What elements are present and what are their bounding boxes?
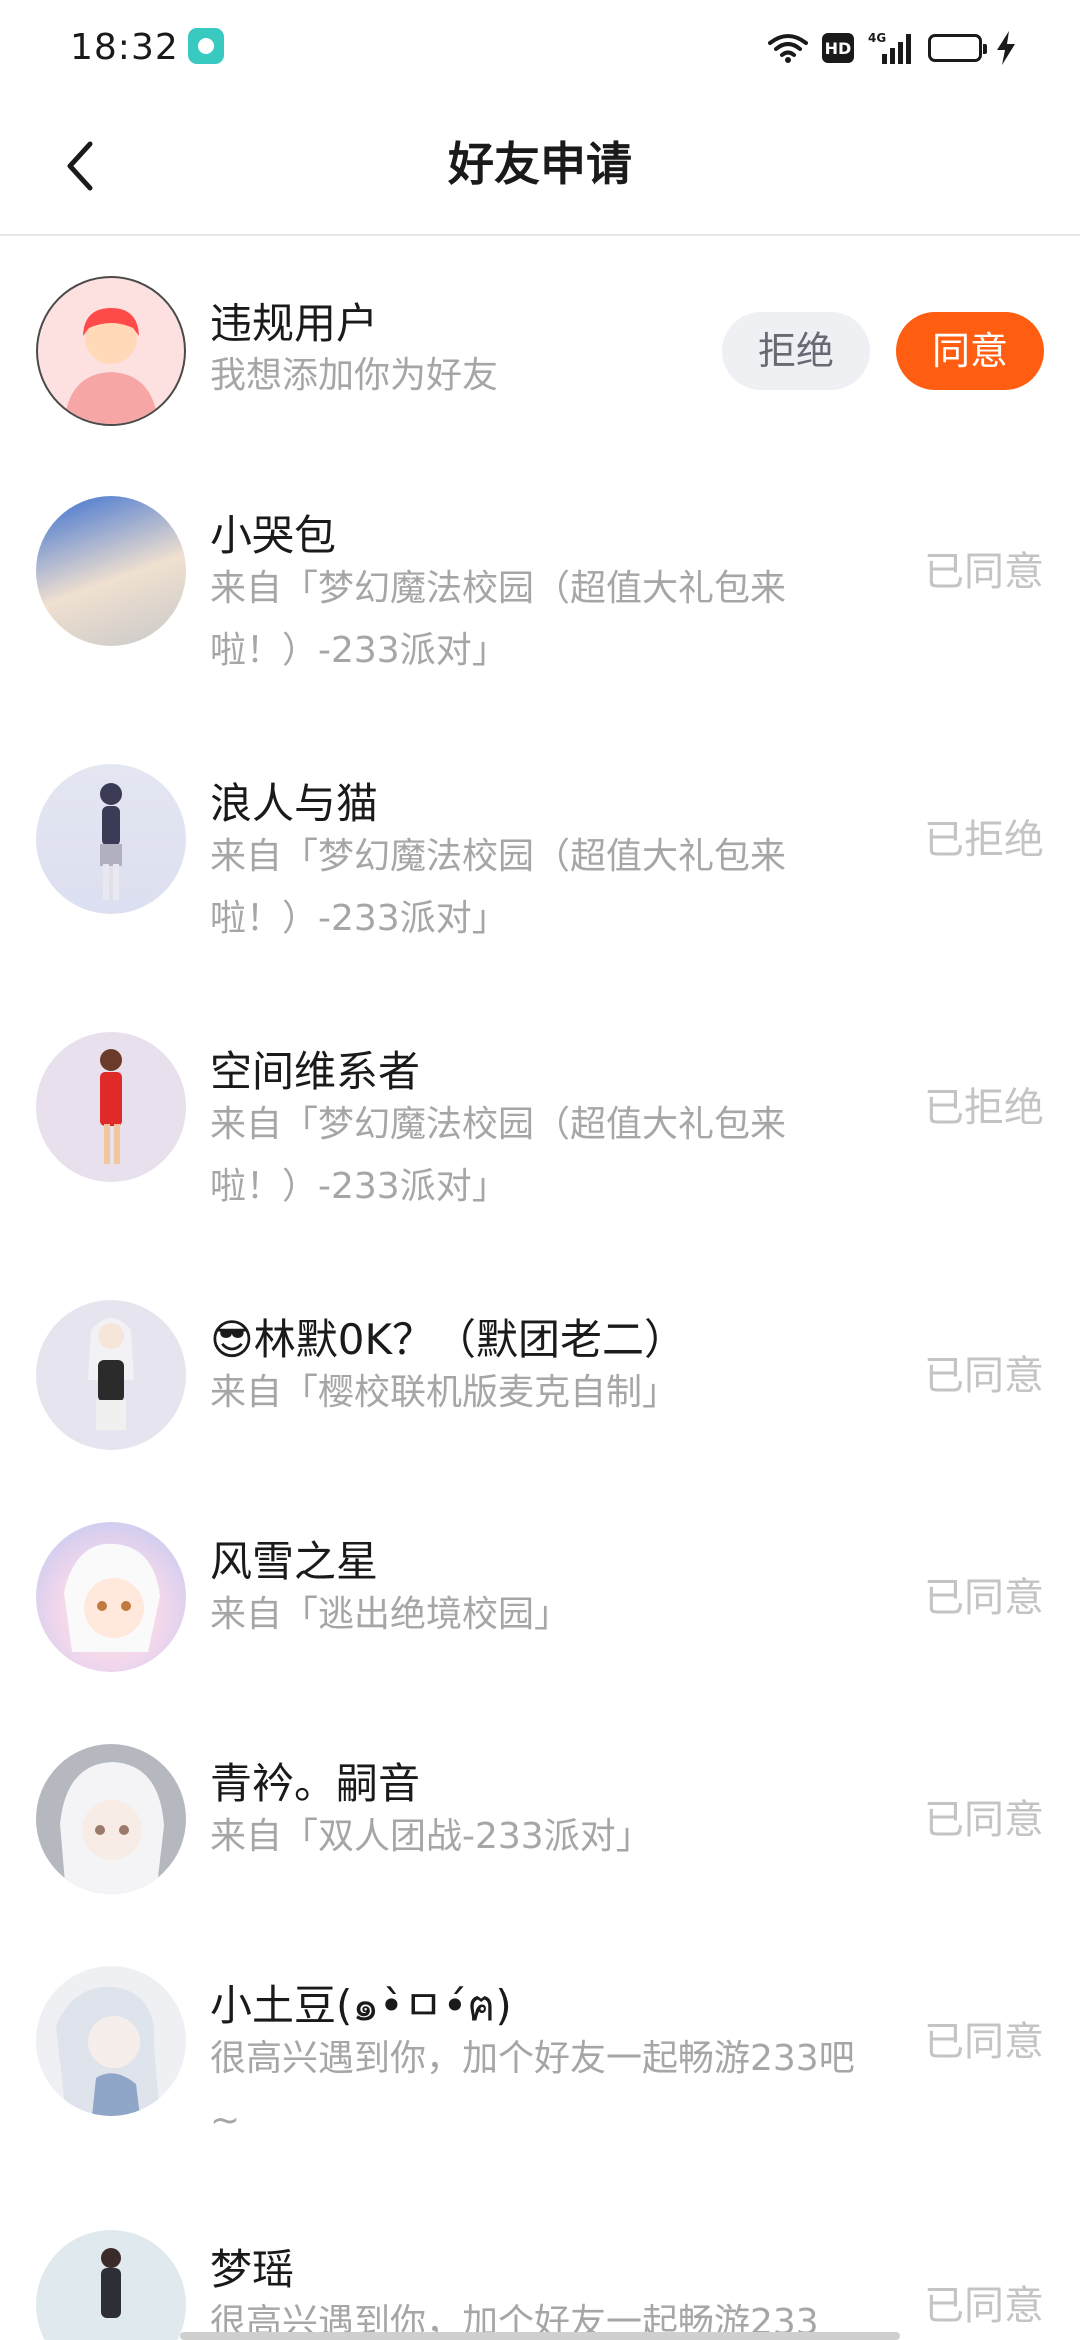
request-source: 来自「梦幻魔法校园（超值大礼包来啦！）-233派对」 <box>210 568 787 671</box>
character-face-icon <box>56 1986 160 2116</box>
requester-name: 小土豆(๑•̀ㅁ•́ฅ) <box>210 1981 512 2030</box>
home-indicator <box>180 2332 900 2340</box>
request-status: 已同意 <box>924 2283 1044 2329</box>
character-figure-icon <box>88 1318 134 1430</box>
request-source: 来自「逃出绝境校园」 <box>210 1594 571 1635</box>
avatar[interactable] <box>36 1966 186 2116</box>
requester-name: 梦瑶 <box>210 2245 295 2294</box>
battery-icon <box>928 34 987 62</box>
list-item[interactable]: 青衿。嗣音 来自「双人团战-233派对」 已同意 <box>0 1744 1080 1944</box>
request-source: 来自「双人团战-233派对」 <box>210 1816 652 1857</box>
request-status: 已同意 <box>924 1353 1044 1399</box>
request-status: 已拒绝 <box>924 817 1044 863</box>
request-status: 已拒绝 <box>924 1085 1044 1131</box>
status-time: 18:32 <box>70 27 179 68</box>
list-item[interactable]: 梦瑶 很高兴遇到你，加个好友一起畅游233 已同意 <box>0 2230 1080 2340</box>
request-status: 已同意 <box>924 2019 1044 2065</box>
friend-request-list[interactable]: 违规用户 我想添加你为好友 拒绝 同意 小哭包 来自「梦幻魔法校园（超值大礼包来… <box>0 236 1080 2340</box>
network-type-label: 4G <box>868 31 886 45</box>
charging-icon <box>997 31 1015 65</box>
list-item[interactable]: 风雪之星 来自「逃出绝境校园」 已同意 <box>0 1522 1080 1722</box>
avatar[interactable] <box>36 1744 186 1894</box>
status-icons: HD 4G <box>768 28 1016 68</box>
request-status: 已同意 <box>924 1797 1044 1843</box>
avatar[interactable] <box>36 1522 186 1672</box>
character-figure-icon <box>100 1049 122 1164</box>
page-title: 好友申请 <box>448 137 632 191</box>
request-source: 来自「梦幻魔法校园（超值大礼包来啦！）-233派对」 <box>210 836 787 939</box>
list-item[interactable]: 空间维系者 来自「梦幻魔法校园（超值大礼包来啦！）-233派对」 已拒绝 <box>0 1032 1080 1272</box>
request-status: 已同意 <box>924 1575 1044 1621</box>
requester-name: 浪人与猫 <box>210 779 379 828</box>
list-item[interactable]: 😎林默0K？（默团老二） 来自「樱校联机版麦克自制」 已同意 <box>0 1300 1080 1500</box>
requester-name: 风雪之星 <box>210 1537 379 1586</box>
default-avatar-icon <box>64 308 158 424</box>
hd-icon: HD <box>822 33 854 63</box>
request-status: 已同意 <box>924 549 1044 595</box>
request-message: 很高兴遇到你，加个好友一起畅游233吧~ <box>210 2038 855 2141</box>
list-item[interactable]: 小哭包 来自「梦幻魔法校园（超值大礼包来啦！）-233派对」 已同意 <box>0 496 1080 736</box>
request-source: 来自「梦幻魔法校园（超值大礼包来啦！）-233派对」 <box>210 1104 787 1207</box>
wifi-icon <box>768 34 808 63</box>
reject-button[interactable]: 拒绝 <box>721 312 870 390</box>
requester-name: 空间维系者 <box>210 1047 421 1096</box>
list-item[interactable]: 违规用户 我想添加你为好友 拒绝 同意 <box>0 236 1080 432</box>
requester-name: 违规用户 <box>210 299 379 348</box>
avatar[interactable] <box>36 496 186 646</box>
list-item[interactable]: 浪人与猫 来自「梦幻魔法校园（超值大礼包来啦！）-233派对」 已拒绝 <box>0 764 1080 1004</box>
signal-icon: 4G <box>868 31 911 64</box>
request-source: 来自「樱校联机版麦克自制」 <box>210 1372 679 1413</box>
accept-button[interactable]: 同意 <box>895 312 1044 390</box>
nav-bar: 好友申请 <box>0 96 1080 236</box>
character-figure-icon <box>101 2248 121 2318</box>
requester-name: 小哭包 <box>210 511 337 560</box>
avatar[interactable] <box>36 764 186 914</box>
avatar[interactable] <box>36 276 186 426</box>
requester-name: 青衿。嗣音 <box>210 1759 421 1808</box>
avatar[interactable] <box>36 2230 186 2340</box>
character-face-icon <box>60 1762 164 1894</box>
avatar[interactable] <box>36 1300 186 1450</box>
character-figure-icon <box>100 783 122 900</box>
character-face-icon <box>64 1543 160 1652</box>
status-bar: 18:32 HD 4G <box>0 0 1080 96</box>
requester-name: 😎林默0K？（默团老二） <box>210 1315 687 1364</box>
list-item[interactable]: 小土豆(๑•̀ㅁ•́ฅ) 很高兴遇到你，加个好友一起畅游233吧~ 已同意 <box>0 1966 1080 2206</box>
request-actions: 拒绝 同意 <box>721 312 1044 390</box>
app-notification-icon <box>188 28 224 64</box>
avatar[interactable] <box>36 1032 186 1182</box>
